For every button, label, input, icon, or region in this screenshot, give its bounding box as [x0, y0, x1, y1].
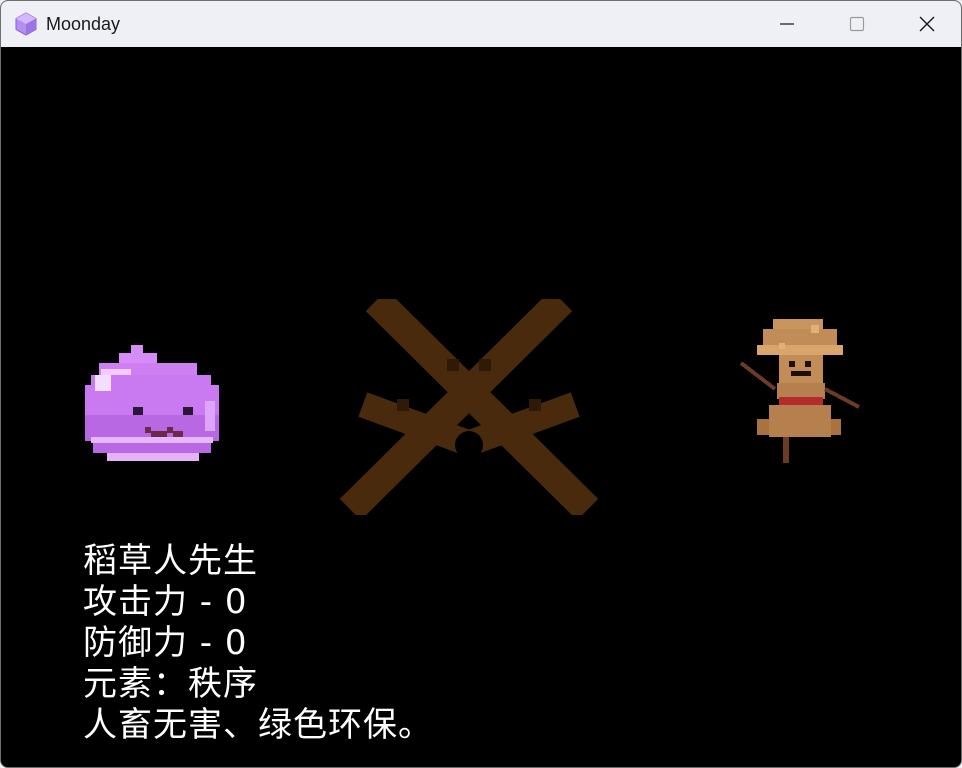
close-icon — [919, 16, 935, 32]
game-window: Moonday 稻草人先生 攻击力 - 0 防御力 - 0 元素：秩序 人畜无害… — [0, 0, 962, 768]
enemy-name: 稻草人先生 — [83, 541, 258, 581]
scarecrow-sprite — [739, 319, 860, 463]
close-button[interactable] — [892, 1, 961, 47]
minimize-icon — [780, 23, 794, 25]
window-title: Moonday — [46, 14, 121, 34]
enemy-description: 人畜无害、绿色环保。 — [83, 705, 433, 745]
game-canvas[interactable]: 稻草人先生 攻击力 - 0 防御力 - 0 元素：秩序 人畜无害、绿色环保。 — [1, 47, 961, 767]
purple-cube-icon — [15, 12, 37, 36]
minimize-button[interactable] — [752, 1, 822, 47]
maximize-button[interactable] — [822, 1, 892, 47]
info-panel: 稻草人先生 攻击力 - 0 防御力 - 0 元素：秩序 人畜无害、绿色环保。 — [83, 541, 433, 746]
maximize-icon — [849, 16, 865, 32]
crossed-sticks-sprite — [339, 299, 599, 515]
defense-stat: 防御力 - 0 — [83, 623, 248, 663]
title-bar[interactable]: Moonday — [1, 1, 961, 47]
element-stat: 元素：秩序 — [83, 664, 258, 704]
attack-stat: 攻击力 - 0 — [83, 582, 248, 622]
slime-sprite — [85, 345, 219, 461]
